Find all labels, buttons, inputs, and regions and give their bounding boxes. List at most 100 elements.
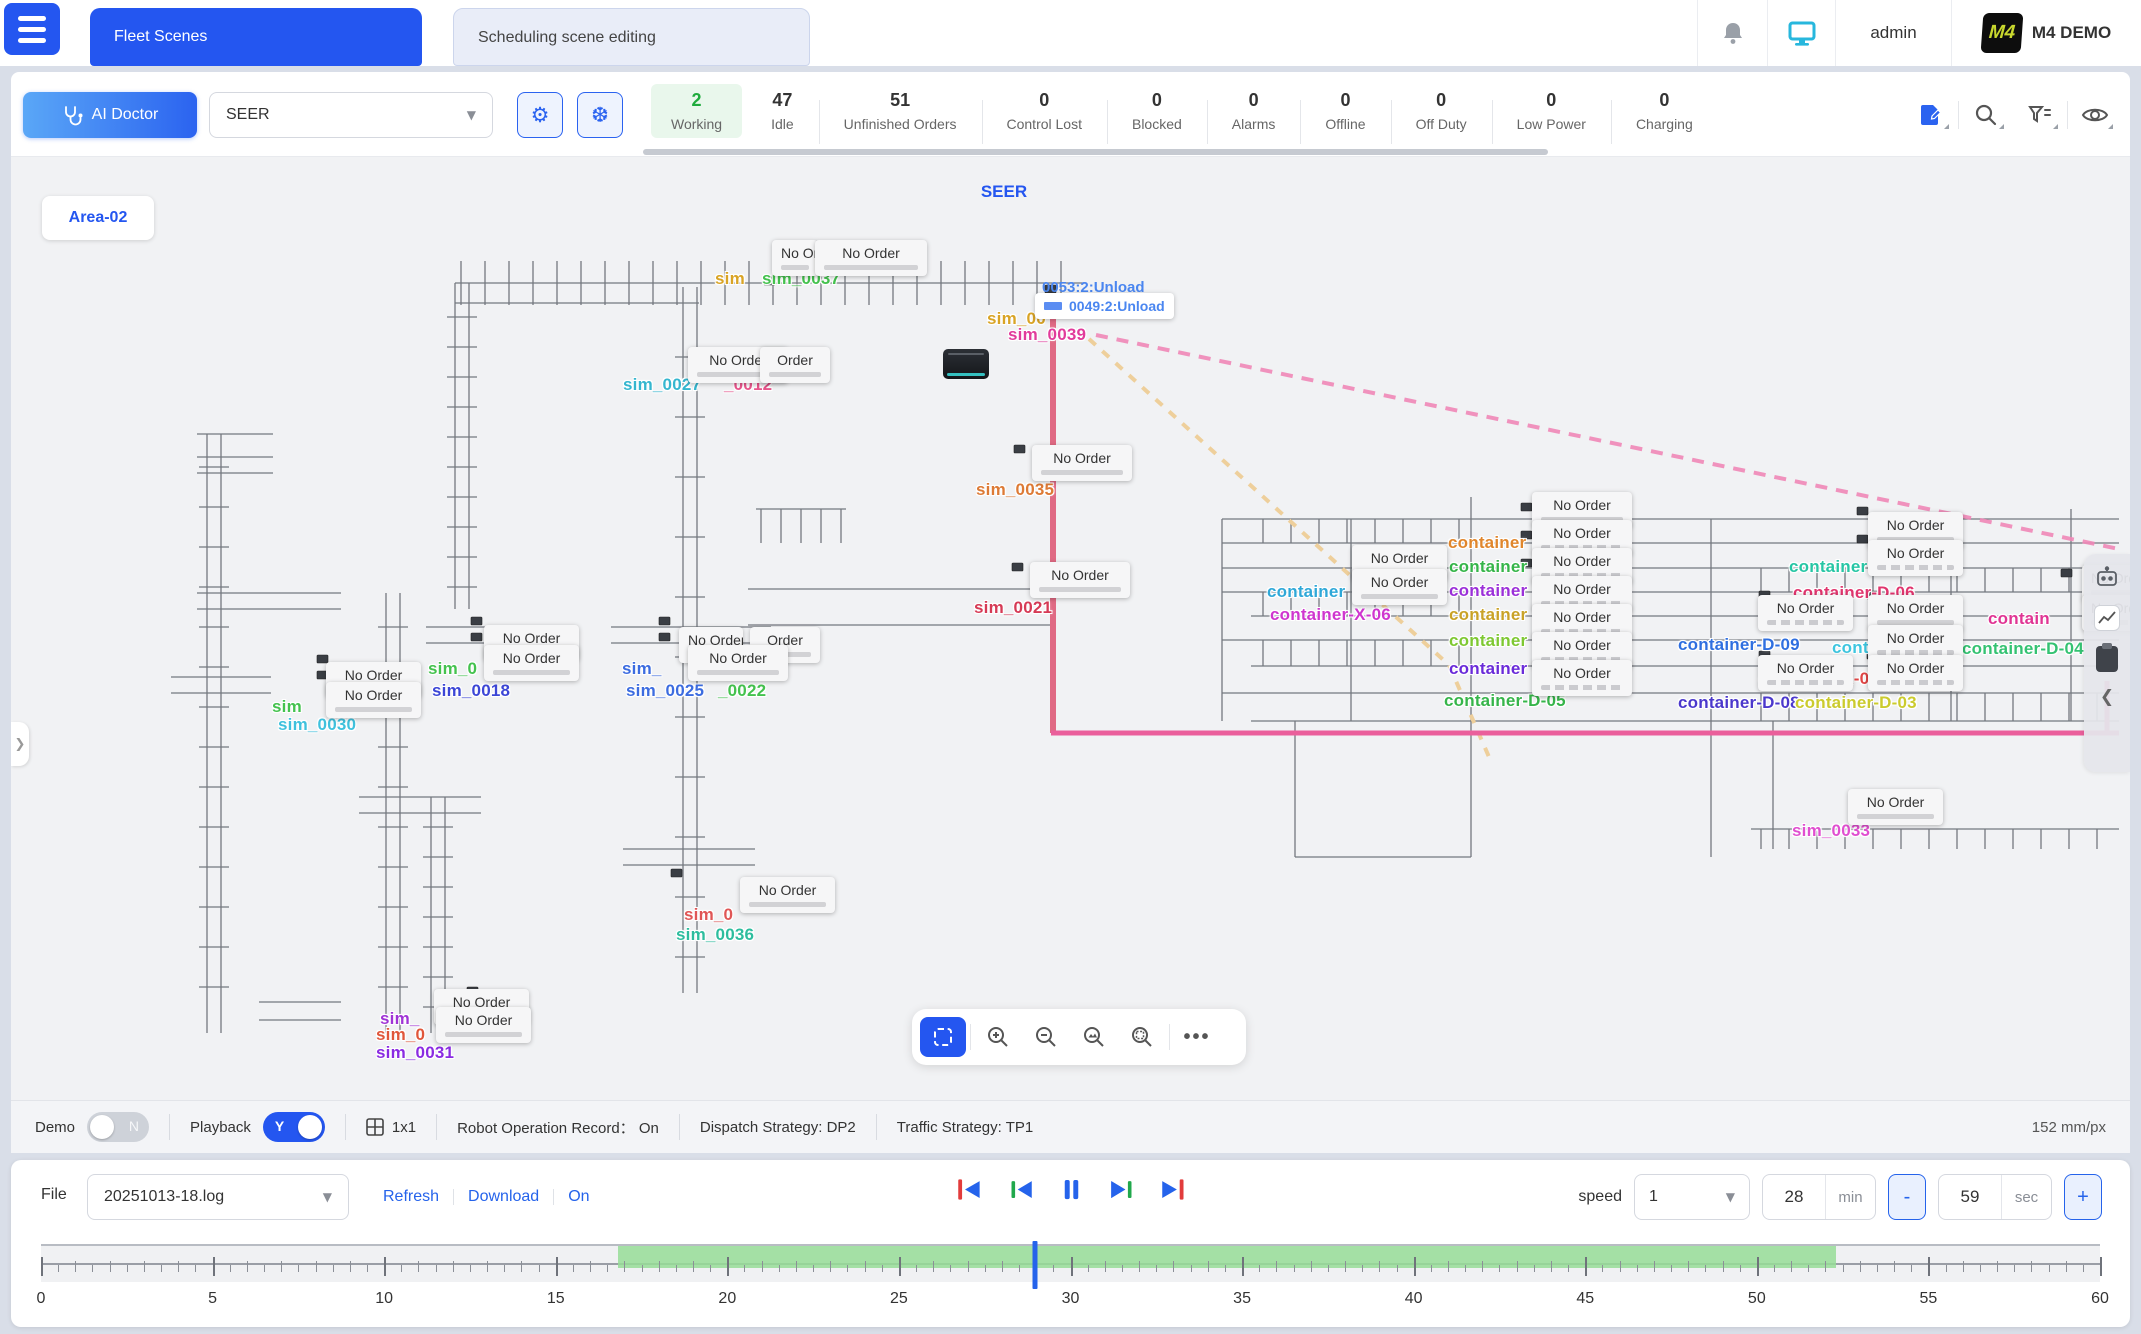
demo-toggle-state: N [129,1118,139,1134]
player-links: Refresh Download On [383,1174,590,1220]
stat-working[interactable]: 2Working [651,84,742,138]
clipboard-button[interactable] [2096,646,2118,672]
brand-logo: M4 [1980,13,2023,53]
left-panel-handle[interactable]: ❯ [11,722,29,766]
minutes-input[interactable]: 28 [1763,1175,1825,1219]
stat-unfinished-orders[interactable]: 51Unfinished Orders [819,90,982,132]
right-tool-panel: ❮ [2084,554,2130,772]
speed-label: speed [1578,1188,1622,1206]
timeline-track[interactable] [41,1244,2100,1282]
decrement-button[interactable]: - [1888,1174,1926,1220]
zoom-in-button[interactable] [975,1017,1021,1057]
snowflake-icon: ❆ [591,103,609,127]
timeline-ticks [41,1246,2100,1282]
divider [876,1114,877,1140]
box-select-button[interactable] [920,1017,966,1057]
timeline-label: 20 [718,1290,736,1308]
map-scale: 152 mm/px [2032,1119,2106,1136]
skip-end-icon [1160,1176,1187,1203]
chevron-down-icon: ▼ [323,1190,332,1204]
step-forward-button[interactable] [1109,1176,1136,1203]
stat-alarms[interactable]: 0Alarms [1207,90,1301,132]
stat-idle[interactable]: 47Idle [746,90,819,132]
zoom-fit-button[interactable] [1071,1017,1117,1057]
seconds-input[interactable]: 59 [1939,1175,2001,1219]
zoom-out-button[interactable] [1023,1017,1069,1057]
timeline-label: 15 [547,1290,565,1308]
status-bar: Demo N Playback Y 1x1 Robot Operation Re… [11,1100,2130,1153]
pause-button[interactable] [1058,1176,1085,1203]
fleet-toolbar: AI Doctor SEER ▼ ⚙ ❆ 2Working47Idle51Unf… [11,72,2130,157]
map-label: sim [715,269,745,289]
area-badge[interactable]: Area-02 [42,196,154,240]
freeze-button[interactable]: ❆ [577,92,623,138]
link-on[interactable]: On [568,1188,589,1206]
skip-start-button[interactable] [956,1176,983,1203]
notifications-button[interactable] [1697,0,1767,66]
robot-icon [2094,566,2120,590]
minutes-unit: min [1825,1175,1875,1219]
increment-button[interactable]: + [2064,1174,2102,1220]
stat-control-lost[interactable]: 0Control Lost [982,90,1107,132]
map-label: _0022 [718,681,766,701]
timeline-label: 50 [1748,1290,1766,1308]
monitor-button[interactable] [1767,0,1835,66]
timeline: 051015202530354045505560 [41,1244,2100,1316]
stat-low-power[interactable]: 0Low Power [1492,90,1611,132]
log-edit-button[interactable] [1904,92,1958,138]
order-tooltip: No Order [815,240,927,276]
timeline-label: 0 [37,1290,46,1308]
brand-name: M4 DEMO [2032,23,2111,43]
map-canvas[interactable]: simsim_0037sim_00sim_0039sim_0027_0012si… [11,157,2130,1100]
chevron-left-icon[interactable]: ❮ [2100,687,2114,707]
step-back-icon [1007,1176,1034,1203]
speed-select[interactable]: 1 ▼ [1634,1174,1750,1220]
user-menu[interactable]: admin [1835,0,1951,66]
zoom-in-icon [985,1024,1011,1050]
order-tooltip: No Order [1848,789,1943,825]
tab-fleet-scenes[interactable]: Fleet Scenes [90,8,422,66]
stat-offline[interactable]: 0Offline [1300,90,1390,132]
grid-layout-button[interactable] [366,1118,384,1136]
zoom-region-button[interactable] [1119,1017,1165,1057]
stat-blocked[interactable]: 0Blocked [1107,90,1207,132]
speed-select-value: 1 [1649,1188,1658,1206]
tab-scheduling-scene-editing[interactable]: Scheduling scene editing [453,8,810,66]
timeline-label: 55 [1920,1290,1938,1308]
timeline-label: 30 [1062,1290,1080,1308]
more-button[interactable]: ••• [1174,1017,1220,1057]
traffic-strategy-status: Traffic Strategy: TP1 [897,1119,1033,1136]
filter-button[interactable] [2013,92,2067,138]
map-label: container [1449,605,1527,625]
scene-select[interactable]: SEER ▼ [209,92,493,138]
stat-off-duty[interactable]: 0Off Duty [1391,90,1492,132]
grid-layout-value: 1x1 [392,1119,416,1136]
search-button[interactable] [1959,92,2013,138]
timeline-cursor[interactable] [1033,1241,1038,1289]
link-download[interactable]: Download [468,1188,539,1206]
playback-toggle-state: Y [275,1118,284,1134]
link-refresh[interactable]: Refresh [383,1188,439,1206]
skip-end-button[interactable] [1160,1176,1187,1203]
order-tooltip: No Order [326,682,421,718]
file-select[interactable]: 20251013-18.log ▼ [87,1174,349,1220]
stat-charging[interactable]: 0Charging [1611,90,1718,132]
settings-button[interactable]: ⚙ [517,92,563,138]
stats-scrollbar[interactable] [643,149,1548,155]
demo-label: Demo [35,1119,75,1136]
divider [345,1114,346,1140]
playback-toggle[interactable]: Y [263,1112,325,1142]
pause-icon [1058,1176,1085,1203]
chart-button[interactable] [2094,605,2120,631]
bell-icon [1722,21,1744,45]
order-tooltip-unload: 0049:2:Unload [1035,293,1174,319]
ai-doctor-button[interactable]: AI Doctor [23,92,197,138]
menu-button[interactable] [4,3,60,55]
demo-toggle[interactable]: N [87,1112,149,1142]
minutes-input-group: 28 min [1762,1174,1876,1220]
order-tooltip: No Order [688,645,788,681]
visibility-button[interactable] [2068,92,2122,138]
step-back-button[interactable] [1007,1176,1034,1203]
map-label: container [1448,533,1526,553]
toggle-knob [298,1115,322,1139]
